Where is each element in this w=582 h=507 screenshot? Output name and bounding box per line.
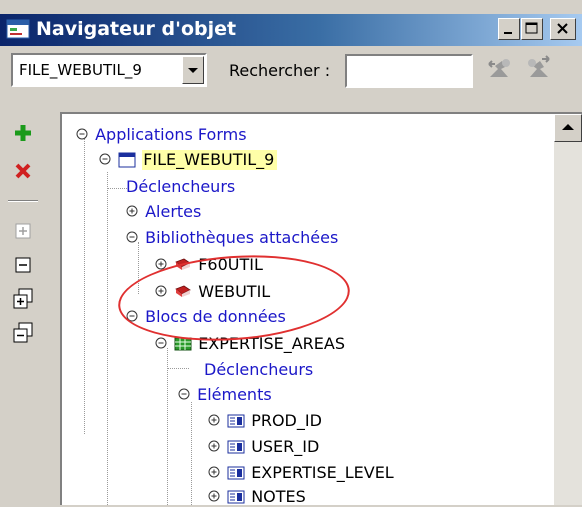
find-next-icon[interactable] bbox=[522, 55, 552, 85]
tree-node-label: NOTES bbox=[251, 486, 306, 506]
tree-node-item-notes[interactable]: NOTES bbox=[208, 486, 306, 507]
module-select-dropdown-button[interactable] bbox=[182, 56, 204, 84]
navigator-sidebar bbox=[0, 112, 48, 505]
tree-node-label: Applications Forms bbox=[95, 124, 247, 144]
maximize-icon bbox=[525, 22, 538, 34]
tree-node-library-webutil[interactable]: WEBUTIL bbox=[155, 281, 270, 302]
collapse-icon[interactable] bbox=[10, 252, 36, 278]
collapse-all-icon[interactable] bbox=[10, 320, 36, 346]
maximize-button[interactable] bbox=[521, 18, 543, 40]
find-previous-icon[interactable] bbox=[486, 55, 516, 85]
expand-icon[interactable] bbox=[10, 218, 36, 244]
minimize-button[interactable] bbox=[498, 18, 520, 40]
module-select-value: FILE_WEBUTIL_9 bbox=[19, 61, 142, 79]
object-navigator-icon bbox=[6, 19, 30, 39]
tree-connector bbox=[167, 348, 168, 505]
tree-node-item-expertise-level[interactable]: EXPERTISE_LEVEL bbox=[208, 462, 394, 483]
expand-node-icon[interactable] bbox=[208, 414, 221, 427]
title-bar[interactable]: Navigateur d'objet bbox=[0, 14, 582, 46]
collapse-node-icon[interactable] bbox=[76, 128, 89, 141]
search-input[interactable] bbox=[345, 54, 473, 88]
module-select[interactable]: FILE_WEBUTIL_9 bbox=[11, 53, 207, 87]
text-item-icon bbox=[227, 440, 245, 453]
tree-node-label: Blocs de données bbox=[145, 306, 286, 326]
expand-node-icon[interactable] bbox=[155, 285, 168, 298]
expand-all-icon[interactable] bbox=[10, 286, 36, 312]
window-title: Navigateur d'objet bbox=[36, 18, 237, 40]
tree-node-block-triggers[interactable]: Déclencheurs bbox=[204, 359, 313, 380]
tree-node-attached-libraries[interactable]: Bibliothèques attachées bbox=[126, 227, 338, 248]
library-book-icon bbox=[175, 258, 191, 270]
collapse-node-icon[interactable] bbox=[126, 310, 139, 323]
expand-node-icon[interactable] bbox=[208, 440, 221, 453]
tree-node-label: Déclencheurs bbox=[126, 176, 236, 196]
minimize-icon bbox=[504, 32, 512, 34]
tree-connector bbox=[84, 134, 85, 434]
close-button[interactable] bbox=[550, 18, 576, 40]
tree-node-applications-forms[interactable]: Applications Forms bbox=[76, 124, 247, 145]
text-item-icon bbox=[227, 466, 245, 479]
tree-node-label: USER_ID bbox=[251, 436, 320, 456]
tree-node-library-f60util[interactable]: F60UTIL bbox=[155, 254, 263, 275]
expand-node-icon[interactable] bbox=[155, 258, 168, 271]
tree-node-label: Bibliothèques attachées bbox=[145, 227, 339, 247]
expand-node-icon[interactable] bbox=[208, 466, 221, 479]
collapse-node-icon[interactable] bbox=[155, 337, 168, 350]
tree-node-label: Eléments bbox=[197, 384, 272, 404]
sidebar-separator bbox=[8, 200, 38, 202]
tree-node-label: Alertes bbox=[145, 201, 202, 221]
delete-icon[interactable] bbox=[10, 158, 36, 184]
tree-node-label: Déclencheurs bbox=[204, 359, 314, 379]
data-block-icon bbox=[174, 337, 192, 351]
tree-node-alerts[interactable]: Alertes bbox=[126, 201, 201, 222]
tree-node-data-blocks[interactable]: Blocs de données bbox=[126, 306, 286, 327]
library-book-icon bbox=[175, 285, 191, 297]
tree-connector bbox=[167, 368, 189, 369]
tree-node-label: EXPERTISE_LEVEL bbox=[251, 462, 394, 482]
tree-connector bbox=[138, 242, 139, 294]
expand-node-icon[interactable] bbox=[126, 205, 139, 218]
tree-node-items[interactable]: Eléments bbox=[178, 384, 272, 405]
create-icon[interactable] bbox=[10, 120, 36, 146]
chevron-down-icon bbox=[188, 68, 198, 73]
search-label: Rechercher : bbox=[229, 61, 331, 80]
tree-node-label: FILE_WEBUTIL_9 bbox=[142, 149, 278, 170]
tree-node-item-prod-id[interactable]: PROD_ID bbox=[208, 410, 322, 431]
tree-node-module[interactable]: FILE_WEBUTIL_9 bbox=[99, 149, 278, 170]
object-navigator-window: Navigateur d'objet FILE_WEBUTIL_9 Recher… bbox=[0, 0, 582, 507]
tree-node-block-expertise-areas[interactable]: EXPERTISE_AREAS bbox=[155, 333, 345, 354]
tree-node-label: WEBUTIL bbox=[198, 281, 271, 301]
close-icon bbox=[557, 23, 568, 34]
text-item-icon bbox=[227, 414, 245, 427]
vertical-scrollbar[interactable] bbox=[554, 114, 582, 505]
collapse-node-icon[interactable] bbox=[99, 153, 112, 166]
collapse-node-icon[interactable] bbox=[178, 388, 191, 401]
collapse-node-icon[interactable] bbox=[126, 231, 139, 244]
scroll-up-button[interactable] bbox=[554, 114, 582, 142]
tree-node-triggers[interactable]: Déclencheurs bbox=[126, 176, 235, 197]
tree-connector bbox=[107, 172, 108, 505]
form-module-icon bbox=[118, 152, 136, 167]
toolbar: FILE_WEBUTIL_9 Rechercher : bbox=[0, 46, 582, 110]
tree-node-item-user-id[interactable]: USER_ID bbox=[208, 436, 319, 457]
tree-node-label: F60UTIL bbox=[198, 254, 263, 274]
tree-node-label: EXPERTISE_AREAS bbox=[198, 333, 345, 353]
tree-node-label: PROD_ID bbox=[251, 410, 322, 430]
expand-node-icon[interactable] bbox=[208, 490, 221, 503]
text-item-icon bbox=[227, 490, 245, 503]
tree-connector bbox=[191, 402, 192, 505]
chevron-up-icon bbox=[562, 124, 574, 130]
